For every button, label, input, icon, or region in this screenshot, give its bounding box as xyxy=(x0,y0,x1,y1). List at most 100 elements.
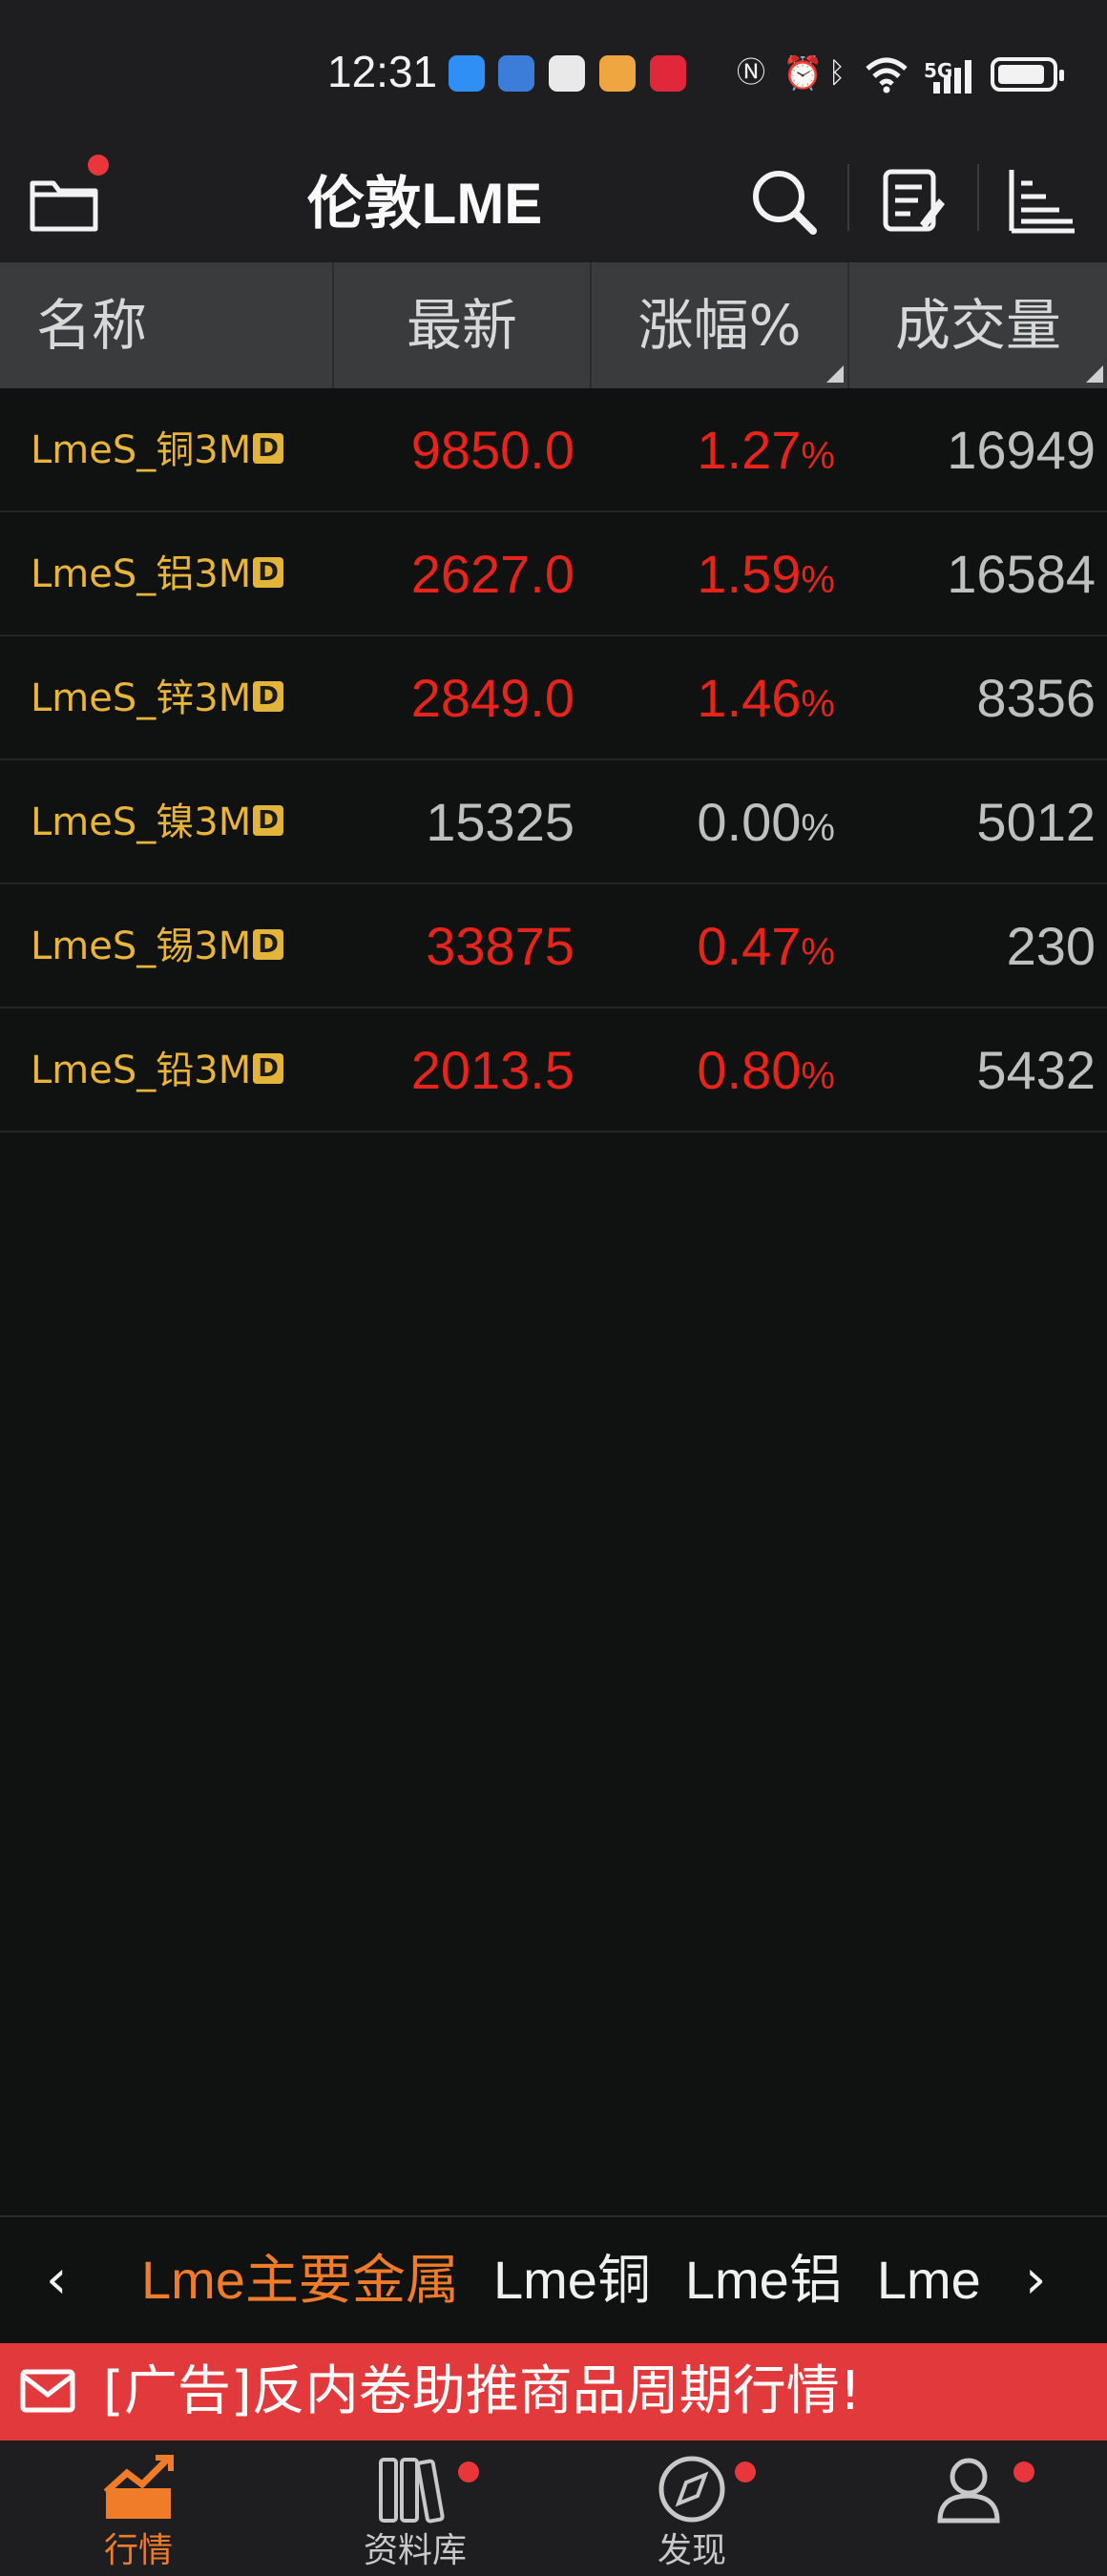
table-header: 名称 最新 涨幅% 成交量 xyxy=(0,262,1107,388)
notification-dot xyxy=(1013,2462,1034,2483)
nfc-icon: Ⓝ xyxy=(737,56,765,90)
latest-price: 15325 xyxy=(426,792,574,852)
change-unit: % xyxy=(801,435,835,477)
delayed-badge: D xyxy=(253,805,284,836)
status-time: 12:31 xyxy=(327,47,438,96)
volume: 16584 xyxy=(947,544,1096,604)
volume: 5432 xyxy=(976,1040,1096,1100)
change-value: 0.80 xyxy=(697,1040,802,1100)
huawei-app-icon xyxy=(549,55,585,92)
table-row[interactable]: LmeS_镍3M D 15325 0.00% 5012 xyxy=(0,760,1107,884)
bluetooth-icon: ᛒ xyxy=(828,56,846,90)
change-percent: 1.46% xyxy=(697,636,835,760)
market-chart-icon xyxy=(103,2455,174,2519)
nav-library[interactable]: 资料库 xyxy=(277,2441,554,2576)
delayed-badge: D xyxy=(253,1053,284,1084)
battery-icon xyxy=(991,57,1064,92)
contract-name: LmeS_铝3M D xyxy=(31,512,284,636)
table-row[interactable]: LmeS_铅3M D 2013.5 0.80% 5432 xyxy=(0,1008,1107,1132)
column-header-name[interactable]: 名称 xyxy=(0,262,334,388)
volume: 16949 xyxy=(947,420,1096,480)
category-tab[interactable]: Lme锌 xyxy=(877,2217,981,2343)
contract-name-text: LmeS_铅3M xyxy=(31,1049,252,1092)
page-title: 伦敦LME xyxy=(306,172,543,236)
table-row[interactable]: LmeS_锌3M D 2849.0 1.46% 8356 xyxy=(0,636,1107,760)
mail-icon xyxy=(20,2369,75,2413)
table-row[interactable]: LmeS_铜3M D 9850.0 1.27% 16949 xyxy=(0,388,1107,512)
change-value: 0.00 xyxy=(697,792,802,852)
chevron-left-icon[interactable]: ‹ xyxy=(46,2217,67,2343)
change-percent: 1.59% xyxy=(697,512,835,636)
change-percent: 0.47% xyxy=(697,884,835,1008)
contract-name: LmeS_锌3M D xyxy=(31,636,284,760)
category-tabs: Lme主要金属 Lme铜 Lme铝 Lme锌 xyxy=(141,2217,981,2343)
delayed-badge: D xyxy=(253,433,284,464)
nav-label: 发现 xyxy=(657,2531,726,2570)
ad-banner[interactable]: [广告]反内卷助推商品周期行情! xyxy=(0,2343,1107,2441)
chevron-right-icon[interactable]: › xyxy=(1025,2217,1046,2343)
sort-indicator-icon xyxy=(1086,365,1103,383)
change-percent: 1.27% xyxy=(697,388,835,512)
app-header: 伦敦LME xyxy=(0,143,1107,262)
sort-chart-icon[interactable] xyxy=(1004,162,1080,239)
message-app-icon xyxy=(449,55,485,92)
change-unit: % xyxy=(801,931,835,973)
nav-label: 行情 xyxy=(103,2531,173,2570)
latest-price: 2849.0 xyxy=(410,668,574,728)
column-header-volume[interactable]: 成交量 xyxy=(849,262,1107,388)
notification-dot xyxy=(735,2462,756,2483)
ad-text: [广告]反内卷助推商品周期行情! xyxy=(103,2360,862,2422)
table-row[interactable]: LmeS_铝3M D 2627.0 1.59% 16584 xyxy=(0,512,1107,636)
nav-market[interactable]: 行情 xyxy=(0,2441,277,2576)
header-divider xyxy=(977,164,979,231)
change-unit: % xyxy=(801,683,835,725)
edit-list-icon[interactable] xyxy=(876,162,952,239)
latest-price: 2627.0 xyxy=(410,544,574,604)
delayed-badge: D xyxy=(253,681,284,712)
category-tab-strip: ‹ Lme主要金属 Lme铜 Lme铝 Lme锌 › xyxy=(0,2215,1107,2343)
change-unit: % xyxy=(801,559,835,601)
contract-name: LmeS_镍3M D xyxy=(31,760,284,884)
contract-name-text: LmeS_锌3M xyxy=(31,676,252,720)
contract-name-text: LmeS_铜3M xyxy=(31,428,252,472)
notification-dot xyxy=(88,155,109,176)
status-bar: 12:31 Ⓝ ⏰ ᛒ 5G xyxy=(0,0,1107,143)
change-percent: 0.80% xyxy=(697,1008,835,1132)
search-icon[interactable] xyxy=(746,162,823,239)
change-value: 1.46 xyxy=(697,668,802,728)
notification-dot xyxy=(458,2462,479,2483)
column-header-change[interactable]: 涨幅% xyxy=(592,262,849,388)
sort-indicator-icon xyxy=(826,365,844,383)
latest-price: 2013.5 xyxy=(410,1040,574,1100)
contract-name-text: LmeS_锡3M xyxy=(31,924,252,968)
contract-name-text: LmeS_铝3M xyxy=(31,552,252,596)
signal-icon xyxy=(933,60,971,93)
bottom-navigation: 行情 资料库 发现 xyxy=(0,2441,1107,2576)
nav-discover[interactable]: 发现 xyxy=(554,2441,830,2576)
change-value: 1.59 xyxy=(697,544,802,604)
library-icon xyxy=(379,2458,445,2524)
change-value: 0.47 xyxy=(697,916,802,976)
nav-profile[interactable] xyxy=(830,2441,1107,2576)
compass-icon xyxy=(658,2456,725,2523)
change-unit: % xyxy=(801,1055,835,1097)
volume: 8356 xyxy=(976,668,1096,728)
latest-price: 9850.0 xyxy=(410,420,574,480)
contract-name: LmeS_铜3M D xyxy=(31,388,284,512)
profile-icon xyxy=(937,2458,1000,2524)
change-value: 1.27 xyxy=(697,420,802,480)
nav-label: 资料库 xyxy=(363,2531,467,2570)
delayed-badge: D xyxy=(253,557,284,588)
volume: 230 xyxy=(1006,916,1096,976)
contract-name-text: LmeS_镍3M xyxy=(31,800,252,844)
contract-name: LmeS_锡3M D xyxy=(31,884,284,1008)
category-tab[interactable]: Lme主要金属 xyxy=(141,2217,459,2343)
category-tab[interactable]: Lme铜 xyxy=(493,2217,651,2343)
change-percent: 0.00% xyxy=(697,760,835,884)
volume: 5012 xyxy=(976,792,1096,852)
browser-app-icon xyxy=(498,55,534,92)
category-tab[interactable]: Lme铝 xyxy=(685,2217,843,2343)
column-header-latest[interactable]: 最新 xyxy=(334,262,592,388)
table-row[interactable]: LmeS_锡3M D 33875 0.47% 230 xyxy=(0,884,1107,1008)
change-unit: % xyxy=(801,807,835,849)
